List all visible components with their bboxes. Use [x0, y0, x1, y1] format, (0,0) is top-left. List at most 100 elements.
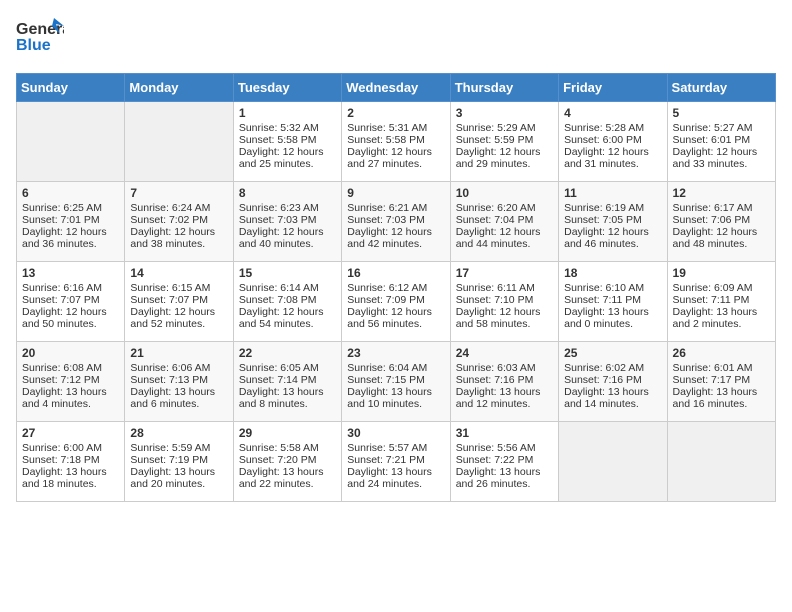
day-detail: Sunrise: 6:11 AM — [456, 282, 553, 294]
day-detail: Daylight: 13 hours — [130, 466, 227, 478]
calendar-cell: 23Sunrise: 6:04 AMSunset: 7:15 PMDayligh… — [342, 342, 450, 422]
day-detail: Daylight: 13 hours — [673, 386, 770, 398]
day-detail: Sunset: 7:22 PM — [456, 454, 553, 466]
day-detail: Sunrise: 6:20 AM — [456, 202, 553, 214]
day-detail: Daylight: 12 hours — [456, 306, 553, 318]
svg-text:Blue: Blue — [16, 37, 51, 54]
day-detail: Daylight: 12 hours — [130, 306, 227, 318]
day-detail: Sunrise: 6:01 AM — [673, 362, 770, 374]
day-number: 27 — [22, 426, 119, 440]
calendar-cell: 4 Sunrise: 5:28 AMSunset: 6:00 PMDaylight… — [559, 102, 667, 182]
day-detail: Sunset: 5:59 PM — [456, 134, 553, 146]
day-detail: Daylight: 13 hours — [347, 386, 444, 398]
day-detail: Sunset: 6:01 PM — [673, 134, 770, 146]
day-detail: Daylight: 12 hours — [22, 306, 119, 318]
day-detail: Sunset: 7:20 PM — [239, 454, 336, 466]
day-detail: and 50 minutes. — [22, 318, 119, 330]
day-detail: and 52 minutes. — [130, 318, 227, 330]
day-detail: Sunset: 7:21 PM — [347, 454, 444, 466]
day-detail: and 38 minutes. — [130, 238, 227, 250]
day-number: 31 — [456, 426, 553, 440]
day-detail: Sunrise: 6:16 AM — [22, 282, 119, 294]
calendar-week-row: 13Sunrise: 6:16 AMSunset: 7:07 PMDayligh… — [17, 262, 776, 342]
calendar-header-sunday: Sunday — [17, 74, 125, 102]
day-number: 18 — [564, 266, 661, 280]
day-number: 10 — [456, 186, 553, 200]
day-detail: Sunset: 7:03 PM — [347, 214, 444, 226]
day-detail: Sunset: 7:18 PM — [22, 454, 119, 466]
calendar-header-friday: Friday — [559, 74, 667, 102]
day-detail: Sunrise: 6:25 AM — [22, 202, 119, 214]
day-number: 7 — [130, 186, 227, 200]
logo: General Blue — [16, 16, 64, 65]
day-detail: Sunset: 7:09 PM — [347, 294, 444, 306]
day-detail: and 44 minutes. — [456, 238, 553, 250]
calendar-header-tuesday: Tuesday — [233, 74, 341, 102]
day-detail: Sunrise: 6:00 AM — [22, 442, 119, 454]
day-detail: Daylight: 12 hours — [456, 146, 553, 158]
calendar-cell: 31Sunrise: 5:56 AMSunset: 7:22 PMDayligh… — [450, 422, 558, 502]
day-number: 12 — [673, 186, 770, 200]
day-number: 13 — [22, 266, 119, 280]
day-detail: Sunset: 7:16 PM — [456, 374, 553, 386]
day-detail: and 2 minutes. — [673, 318, 770, 330]
calendar-week-row: 27 Sunrise: 6:00 AMSunset: 7:18 PM Dayligh… — [17, 422, 776, 502]
day-detail: and 42 minutes. — [347, 238, 444, 250]
calendar-cell — [17, 102, 125, 182]
day-detail: Sunset: 7:07 PM — [130, 294, 227, 306]
day-detail: Sunset: 6:00 PM — [564, 134, 661, 146]
day-number: 2 — [347, 106, 444, 120]
calendar-header-row: SundayMondayTuesdayWednesdayThursdayFrid… — [17, 74, 776, 102]
day-number: 4 — [564, 106, 661, 120]
day-detail: and 27 minutes. — [347, 158, 444, 170]
calendar-cell: 3Sunrise: 5:29 AMSunset: 5:59 PMDaylight… — [450, 102, 558, 182]
day-detail: Sunrise: 5:58 AM — [239, 442, 336, 454]
calendar-cell: 29Sunrise: 5:58 AMSunset: 7:20 PMDayligh… — [233, 422, 341, 502]
calendar-cell: 30Sunrise: 5:57 AMSunset: 7:21 PMDayligh… — [342, 422, 450, 502]
day-detail: Sunset: 7:08 PM — [239, 294, 336, 306]
day-detail: Daylight: 12 hours — [239, 226, 336, 238]
day-detail: and 10 minutes. — [347, 398, 444, 410]
day-detail: Daylight: 12 hours — [239, 146, 336, 158]
calendar-cell: 26Sunrise: 6:01 AMSunset: 7:17 PMDayligh… — [667, 342, 775, 422]
day-detail: Daylight: 13 hours — [347, 466, 444, 478]
day-detail: Sunset: 7:05 PM — [564, 214, 661, 226]
day-detail: Sunrise: 5:59 AM — [130, 442, 227, 454]
calendar-cell: 8Sunrise: 6:23 AMSunset: 7:03 PMDaylight… — [233, 182, 341, 262]
calendar-cell: 24Sunrise: 6:03 AMSunset: 7:16 PMDayligh… — [450, 342, 558, 422]
day-detail: and 6 minutes. — [130, 398, 227, 410]
day-detail: Sunrise: 6:21 AM — [347, 202, 444, 214]
day-detail: Daylight: 12 hours — [673, 146, 770, 158]
calendar-cell: 5Sunrise: 5:27 AMSunset: 6:01 PMDaylight… — [667, 102, 775, 182]
day-detail: Sunset: 7:01 PM — [22, 214, 119, 226]
day-detail: Sunrise: 5:28 AM — [564, 122, 661, 134]
day-detail: Sunrise: 6:08 AM — [22, 362, 119, 374]
calendar-cell: 28Sunrise: 5:59 AMSunset: 7:19 PMDayligh… — [125, 422, 233, 502]
day-detail: Daylight: 13 hours — [239, 386, 336, 398]
calendar-cell: 20Sunrise: 6:08 AMSunset: 7:12 PMDayligh… — [17, 342, 125, 422]
day-detail: Sunrise: 6:14 AM — [239, 282, 336, 294]
day-detail: Sunrise: 6:02 AM — [564, 362, 661, 374]
calendar-header-monday: Monday — [125, 74, 233, 102]
day-detail: Sunrise: 6:10 AM — [564, 282, 661, 294]
day-detail: Sunrise: 5:32 AM — [239, 122, 336, 134]
day-detail: Sunset: 7:14 PM — [239, 374, 336, 386]
day-detail: and 54 minutes. — [239, 318, 336, 330]
day-detail: Sunrise: 6:12 AM — [347, 282, 444, 294]
day-detail: Daylight: 12 hours — [564, 146, 661, 158]
day-detail: Sunset: 7:06 PM — [673, 214, 770, 226]
day-detail: Daylight: 13 hours — [456, 386, 553, 398]
day-number: 3 — [456, 106, 553, 120]
day-number: 6 — [22, 186, 119, 200]
day-detail: and 58 minutes. — [456, 318, 553, 330]
day-detail: Sunrise: 5:56 AM — [456, 442, 553, 454]
day-detail: Daylight: 12 hours — [564, 226, 661, 238]
day-detail: Daylight: 13 hours — [564, 386, 661, 398]
day-detail: Daylight: 12 hours — [347, 306, 444, 318]
day-number: 29 — [239, 426, 336, 440]
calendar-cell: 19Sunrise: 6:09 AMSunset: 7:11 PMDayligh… — [667, 262, 775, 342]
day-number: 20 — [22, 346, 119, 360]
day-detail: and 56 minutes. — [347, 318, 444, 330]
calendar-cell — [559, 422, 667, 502]
day-number: 24 — [456, 346, 553, 360]
